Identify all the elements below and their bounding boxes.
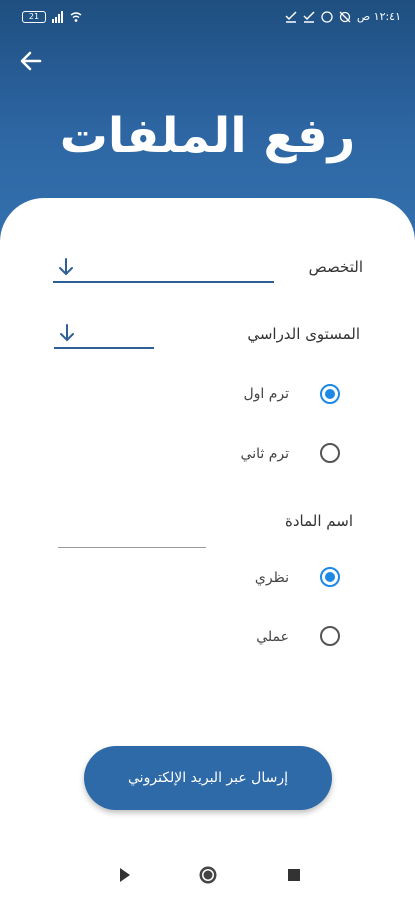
- nav-home-icon[interactable]: [197, 864, 219, 886]
- nav-back-icon[interactable]: [113, 864, 135, 886]
- status-bar: 21 ١٢:٤١ ص: [0, 0, 415, 34]
- level-dropdown-arrow-icon[interactable]: [56, 322, 78, 344]
- specialization-label: التخصص: [308, 258, 363, 276]
- term-first-label: ترم اول: [243, 386, 289, 402]
- status-left: 21: [22, 11, 82, 23]
- level-dropdown[interactable]: [54, 347, 154, 349]
- status-time: ١٢:٤١ ص: [356, 10, 401, 23]
- check-download-icon: [285, 10, 297, 23]
- level-label: المستوى الدراسي: [247, 325, 360, 343]
- term-second-label: ترم ثاني: [240, 446, 289, 462]
- back-arrow-icon[interactable]: [18, 48, 44, 74]
- wifi-icon: [70, 12, 82, 22]
- signal-icon: [52, 11, 63, 23]
- type-theoretical-radio[interactable]: [320, 567, 340, 587]
- specialization-dropdown-arrow-icon[interactable]: [55, 256, 77, 278]
- term-second-radio[interactable]: [320, 443, 340, 463]
- check-download-icon-2: [303, 10, 315, 23]
- specialization-dropdown[interactable]: [53, 281, 274, 283]
- whatsapp-icon: [321, 10, 333, 23]
- subject-name-input[interactable]: [58, 547, 206, 548]
- type-practical-radio[interactable]: [320, 626, 340, 646]
- type-theoretical-label: نظري: [254, 570, 289, 586]
- subject-name-label: اسم المادة: [284, 512, 353, 530]
- page-title: رفع الملفات: [59, 108, 356, 164]
- type-practical-label: عملي: [256, 629, 289, 645]
- term-first-radio[interactable]: [320, 384, 340, 404]
- send-email-button[interactable]: إرسال عبر البريد الإلكتروني: [84, 746, 332, 810]
- sync-off-icon: [339, 11, 351, 22]
- battery-icon: 21: [22, 11, 46, 23]
- nav-recents-icon[interactable]: [283, 864, 305, 886]
- system-nav-bar: [0, 850, 415, 900]
- status-right: ١٢:٤١ ص: [285, 10, 401, 23]
- send-email-button-label: إرسال عبر البريد الإلكتروني: [128, 770, 288, 786]
